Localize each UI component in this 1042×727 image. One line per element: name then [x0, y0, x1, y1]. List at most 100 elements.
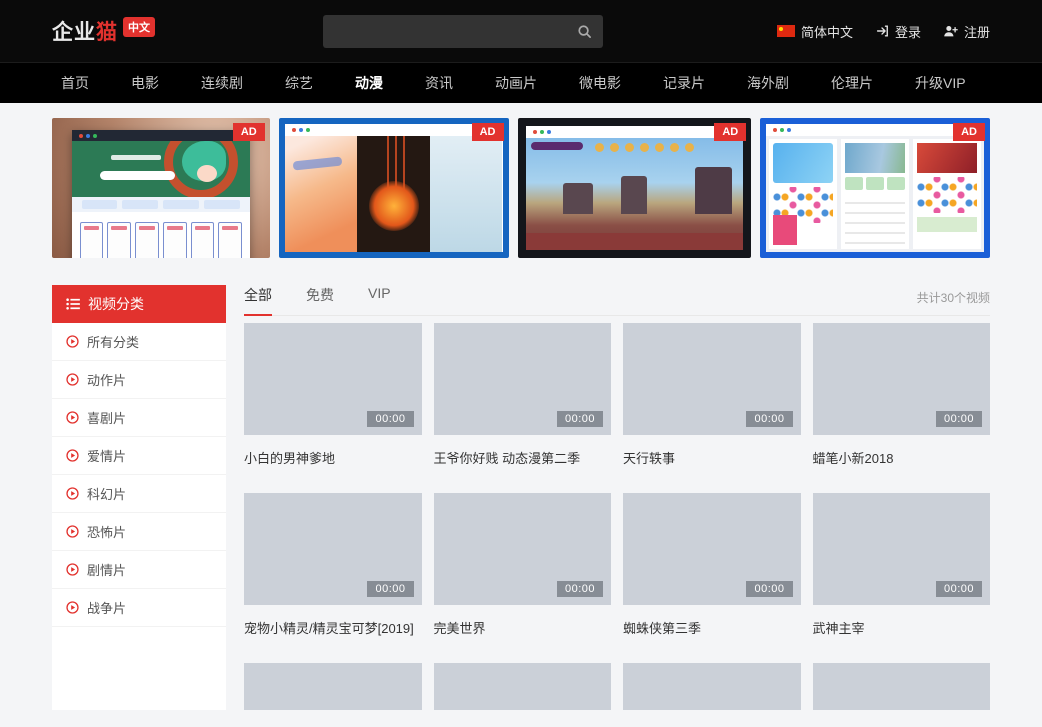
- sidebar-item[interactable]: 剧情片: [52, 551, 226, 589]
- ad-art-searchbar: [100, 171, 175, 180]
- video-card[interactable]: [434, 663, 612, 710]
- user-plus-icon: [943, 24, 958, 38]
- video-thumbnail: 00:00: [623, 323, 801, 435]
- sidebar-item-label: 喜剧片: [87, 408, 126, 427]
- video-count: 共计30个视频: [917, 289, 990, 315]
- video-card[interactable]: 00:00宠物小精灵/精灵宝可梦[2019]: [244, 493, 422, 637]
- nav-item[interactable]: 综艺: [264, 63, 334, 104]
- ad-art-coin-row: [595, 143, 734, 152]
- search-button[interactable]: [565, 15, 603, 48]
- nav-item[interactable]: 微电影: [558, 63, 642, 104]
- duration-badge: 00:00: [936, 581, 982, 597]
- duration-badge: 00:00: [936, 411, 982, 427]
- nav-item[interactable]: 升级VIP: [894, 63, 987, 104]
- video-thumbnail: 00:00: [244, 493, 422, 605]
- search-icon: [577, 24, 592, 39]
- video-title: 完美世界: [434, 618, 612, 637]
- video-card[interactable]: 00:00蜡笔小新2018: [813, 323, 991, 467]
- sidebar-item[interactable]: 恐怖片: [52, 513, 226, 551]
- video-card[interactable]: 00:00 王爷你好贱 动态漫第二季: [434, 323, 612, 467]
- ad-art-browser-window: [72, 130, 251, 258]
- video-card[interactable]: 00:00天行轶事: [623, 323, 801, 467]
- tab-all[interactable]: 全部: [244, 285, 272, 316]
- sidebar-item[interactable]: 战争片: [52, 589, 226, 627]
- language-selector[interactable]: 简体中文: [777, 22, 853, 41]
- nav-item[interactable]: 动漫: [334, 63, 404, 104]
- tab-free[interactable]: 免费: [306, 285, 334, 315]
- ad-art-game-scene: [526, 138, 744, 250]
- window-controls-icon: [285, 124, 503, 136]
- ad-banner-4[interactable]: AD: [760, 118, 990, 258]
- nav-item[interactable]: 电影: [110, 63, 180, 104]
- sidebar-items: 所有分类动作片喜剧片爱情片科幻片恐怖片剧情片战争片: [52, 323, 226, 627]
- sidebar-item-label: 恐怖片: [87, 522, 126, 541]
- duration-badge: 00:00: [746, 411, 792, 427]
- sidebar-item[interactable]: 爱情片: [52, 437, 226, 475]
- video-thumbnail: 00:00: [434, 493, 612, 605]
- duration-badge: 00:00: [557, 411, 603, 427]
- sidebar-item[interactable]: 喜剧片: [52, 399, 226, 437]
- nav-item[interactable]: 连续剧: [180, 63, 264, 104]
- search-input[interactable]: [323, 15, 565, 48]
- video-card[interactable]: 00:00 蜘蛛侠第三季: [623, 493, 801, 637]
- video-thumbnail: [434, 663, 612, 710]
- ad-badge: AD: [953, 123, 985, 141]
- sidebar-item[interactable]: 科幻片: [52, 475, 226, 513]
- video-title: 王爷你好贱 动态漫第二季: [434, 448, 612, 467]
- register-label: 注册: [964, 22, 990, 41]
- login-icon: [875, 24, 889, 38]
- nav-item[interactable]: 海外剧: [726, 63, 810, 104]
- play-icon: [66, 449, 79, 462]
- sidebar-item[interactable]: 动作片: [52, 361, 226, 399]
- ad-art-screen-1: [769, 139, 837, 249]
- logo-text-red: 猫: [96, 16, 118, 46]
- ad-banners: AD AD AD: [0, 103, 1042, 258]
- sidebar-item-label: 爱情片: [87, 446, 126, 465]
- tab-vip[interactable]: VIP: [368, 285, 391, 315]
- ad-banner-3[interactable]: AD: [518, 118, 752, 258]
- play-icon: [66, 411, 79, 424]
- duration-badge: 00:00: [746, 581, 792, 597]
- play-icon: [66, 335, 79, 348]
- nav-item[interactable]: 首页: [40, 63, 110, 104]
- nav-item[interactable]: 资讯: [404, 63, 474, 104]
- ad-banner-1[interactable]: AD: [52, 118, 270, 258]
- video-card[interactable]: [623, 663, 801, 710]
- main-nav-items: 首页电影连续剧综艺动漫资讯动画片微电影记录片海外剧伦理片升级VIP: [40, 63, 987, 104]
- ad-badge: AD: [714, 123, 746, 141]
- ad-art-browser-window: [285, 124, 503, 252]
- ad-art-ground: [526, 233, 744, 250]
- video-card[interactable]: [244, 663, 422, 710]
- ad-banner-2[interactable]: AD: [279, 118, 509, 258]
- tab-bar: 全部 免费 VIP 共计30个视频: [244, 285, 990, 316]
- nav-item[interactable]: 动画片: [474, 63, 558, 104]
- window-controls-icon: [72, 130, 251, 141]
- ad-art-hero: [72, 141, 251, 197]
- logo-badge: 中文: [123, 17, 155, 37]
- login-label: 登录: [895, 22, 921, 41]
- video-card[interactable]: [813, 663, 991, 710]
- video-title: 小白的男神爹地: [244, 448, 422, 467]
- video-card[interactable]: 00:00小白的男神爹地: [244, 323, 422, 467]
- header-right: 简体中文 登录 注册: [777, 22, 990, 41]
- ad-art-screen-3: [913, 139, 981, 249]
- nav-item[interactable]: 记录片: [642, 63, 726, 104]
- ad-art-building: [563, 183, 593, 214]
- ad-art-hpbar: [531, 142, 583, 150]
- ad-art-screens: [285, 136, 503, 252]
- sidebar-item[interactable]: 所有分类: [52, 323, 226, 361]
- ad-badge: AD: [472, 123, 504, 141]
- ad-art-building: [695, 167, 732, 214]
- site-logo[interactable]: 企业猫 中文: [52, 16, 155, 46]
- video-card[interactable]: 00:00 完美世界: [434, 493, 612, 637]
- video-title: 武神主宰: [813, 618, 991, 637]
- register-link[interactable]: 注册: [943, 22, 990, 41]
- video-title: 蜘蛛侠第三季: [623, 618, 801, 637]
- play-icon: [66, 373, 79, 386]
- video-card[interactable]: 00:00 武神主宰: [813, 493, 991, 637]
- logo-text-white: 企业: [52, 16, 96, 46]
- cn-flag-icon: [777, 25, 795, 37]
- video-thumbnail: 00:00: [813, 323, 991, 435]
- login-link[interactable]: 登录: [875, 22, 921, 41]
- nav-item[interactable]: 伦理片: [810, 63, 894, 104]
